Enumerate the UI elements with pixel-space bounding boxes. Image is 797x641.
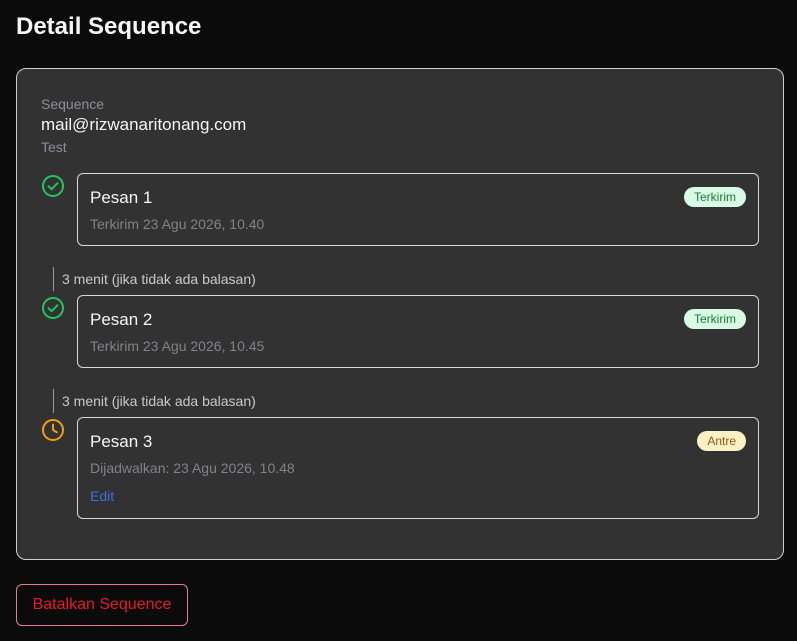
page-title: Detail Sequence — [16, 13, 202, 40]
message-scheduled-time: Dijadwalkan: 23 Agu 2026, 10.48 — [90, 460, 295, 476]
message-card-3[interactable]: Pesan 3 Antre Dijadwalkan: 23 Agu 2026, … — [77, 417, 759, 519]
message-title: Pesan 3 — [90, 432, 153, 451]
message-title: Pesan 2 — [90, 310, 153, 329]
sequence-label: Sequence — [41, 96, 105, 112]
message-title: Pesan 1 — [90, 188, 153, 207]
sequence-description: Test — [41, 139, 67, 155]
check-circle-icon — [42, 175, 64, 197]
delay-connector: 3 menit (jika tidak ada balasan) — [53, 389, 256, 413]
sequence-email: mail@rizwanaritonang.com — [41, 115, 247, 134]
message-timestamp: Terkirim 23 Agu 2026, 10.45 — [90, 338, 265, 354]
status-badge: Terkirim — [684, 187, 746, 207]
message-card-2[interactable]: Pesan 2 Terkirim Terkirim 23 Agu 2026, 1… — [77, 295, 759, 368]
sequence-card: Sequence mail@rizwanaritonang.com Test P… — [16, 68, 784, 560]
status-badge: Antre — [697, 431, 746, 451]
status-badge: Terkirim — [684, 309, 746, 329]
message-card-1[interactable]: Pesan 1 Terkirim Terkirim 23 Agu 2026, 1… — [77, 173, 759, 246]
message-timestamp: Terkirim 23 Agu 2026, 10.40 — [90, 216, 265, 232]
clock-icon — [42, 419, 64, 441]
delay-connector: 3 menit (jika tidak ada balasan) — [53, 267, 256, 291]
cancel-sequence-button[interactable]: Batalkan Sequence — [16, 584, 188, 626]
edit-link[interactable]: Edit — [90, 488, 114, 504]
check-circle-icon — [42, 297, 64, 319]
